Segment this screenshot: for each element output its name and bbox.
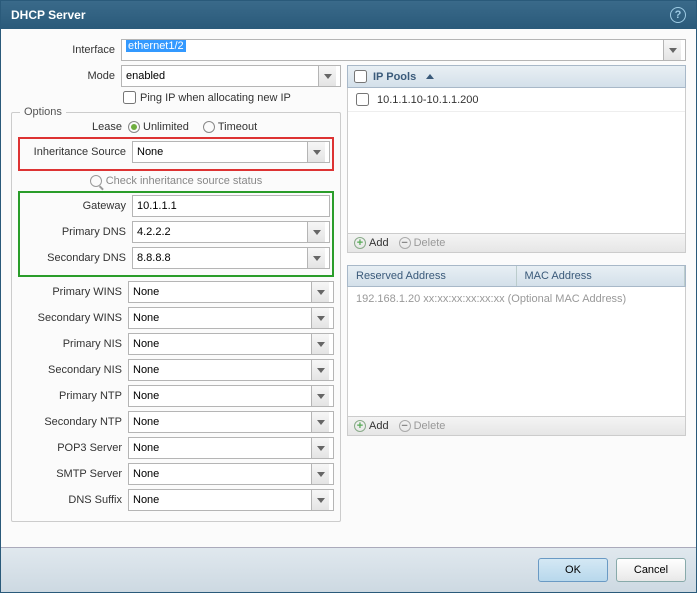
ip-pools-add-button[interactable]: +Add xyxy=(354,237,389,249)
chevron-down-icon[interactable] xyxy=(311,412,329,432)
add-icon: + xyxy=(354,237,366,249)
reserved-placeholder-row[interactable]: 192.168.1.20 xx:xx:xx:xx:xx:xx (Optional… xyxy=(348,287,685,311)
chevron-down-icon[interactable] xyxy=(311,464,329,484)
chevron-down-icon[interactable] xyxy=(311,360,329,380)
ip-pools-select-all[interactable] xyxy=(354,70,367,83)
primary-ntp-label: Primary NTP xyxy=(18,390,128,402)
secondary-dns-value[interactable] xyxy=(137,248,307,268)
lease-label: Lease xyxy=(18,121,128,133)
delete-icon: − xyxy=(399,420,411,432)
chevron-down-icon[interactable] xyxy=(318,66,336,86)
reserved-grid-header: Reserved Address MAC Address xyxy=(347,265,686,287)
options-legend: Options xyxy=(20,106,66,118)
search-icon xyxy=(90,175,102,187)
ip-pool-row[interactable]: 10.1.1.10-10.1.1.200 xyxy=(348,88,685,112)
mode-label: Mode xyxy=(11,70,121,82)
ping-ip-label: Ping IP when allocating new IP xyxy=(140,92,291,104)
interface-value: ethernet1/2 xyxy=(126,40,186,52)
dns-suffix-combo[interactable] xyxy=(128,489,334,511)
mode-value[interactable] xyxy=(126,66,318,86)
inheritance-combo[interactable] xyxy=(132,141,330,163)
inheritance-value[interactable] xyxy=(137,142,307,162)
inheritance-label: Inheritance Source xyxy=(22,146,132,158)
ip-pools-list: 10.1.1.10-10.1.1.200 xyxy=(347,88,686,234)
chevron-down-icon[interactable] xyxy=(311,438,329,458)
reserved-delete-button[interactable]: −Delete xyxy=(399,420,446,432)
secondary-dns-label: Secondary DNS xyxy=(22,252,132,264)
ping-ip-checkbox[interactable] xyxy=(123,91,136,104)
mode-combo[interactable] xyxy=(121,65,341,87)
smtp-combo[interactable] xyxy=(128,463,334,485)
secondary-wins-combo[interactable] xyxy=(128,307,334,329)
gateway-input[interactable] xyxy=(132,195,330,217)
ip-pools-delete-button[interactable]: −Delete xyxy=(399,237,446,249)
chevron-down-icon[interactable] xyxy=(663,40,681,60)
radio-icon xyxy=(128,121,140,133)
primary-ntp-combo[interactable] xyxy=(128,385,334,407)
radio-icon xyxy=(203,121,215,133)
chevron-down-icon[interactable] xyxy=(311,490,329,510)
primary-wins-label: Primary WINS xyxy=(18,286,128,298)
ip-pool-checkbox[interactable] xyxy=(356,93,369,106)
options-fieldset: Options Lease Unlimited Timeout Inherita… xyxy=(11,112,341,522)
add-icon: + xyxy=(354,420,366,432)
help-icon[interactable]: ? xyxy=(670,7,686,23)
pop3-combo[interactable] xyxy=(128,437,334,459)
lease-timeout-radio[interactable]: Timeout xyxy=(203,121,257,133)
check-inheritance-link[interactable]: Check inheritance source status xyxy=(18,175,334,187)
ip-pools-header[interactable]: IP Pools xyxy=(347,65,686,88)
primary-nis-label: Primary NIS xyxy=(18,338,128,350)
chevron-down-icon[interactable] xyxy=(311,308,329,328)
secondary-ntp-label: Secondary NTP xyxy=(18,416,128,428)
chevron-down-icon[interactable] xyxy=(307,142,325,162)
dns-suffix-label: DNS Suffix xyxy=(18,494,128,506)
interface-combo[interactable]: ethernet1/2 xyxy=(121,39,686,61)
titlebar: DHCP Server ? xyxy=(1,1,696,29)
primary-dns-value[interactable] xyxy=(137,222,307,242)
primary-dns-label: Primary DNS xyxy=(22,226,132,238)
primary-nis-combo[interactable] xyxy=(128,333,334,355)
secondary-wins-label: Secondary WINS xyxy=(18,312,128,324)
primary-wins-combo[interactable] xyxy=(128,281,334,303)
secondary-ntp-combo[interactable] xyxy=(128,411,334,433)
mac-address-col[interactable]: MAC Address xyxy=(517,266,686,286)
chevron-down-icon[interactable] xyxy=(311,386,329,406)
interface-label: Interface xyxy=(11,44,121,56)
chevron-down-icon[interactable] xyxy=(311,334,329,354)
sort-asc-icon xyxy=(426,74,434,79)
secondary-nis-label: Secondary NIS xyxy=(18,364,128,376)
reserved-grid-body: 192.168.1.20 xx:xx:xx:xx:xx:xx (Optional… xyxy=(347,287,686,417)
chevron-down-icon[interactable] xyxy=(307,222,325,242)
ip-pool-value: 10.1.1.10-10.1.1.200 xyxy=(377,94,479,106)
pop3-label: POP3 Server xyxy=(18,442,128,454)
ok-button[interactable]: OK xyxy=(538,558,608,582)
primary-dns-combo[interactable] xyxy=(132,221,330,243)
cancel-button[interactable]: Cancel xyxy=(616,558,686,582)
secondary-nis-combo[interactable] xyxy=(128,359,334,381)
lease-unlimited-radio[interactable]: Unlimited xyxy=(128,121,189,133)
gateway-label: Gateway xyxy=(22,200,132,212)
chevron-down-icon[interactable] xyxy=(307,248,325,268)
dialog-title: DHCP Server xyxy=(11,8,85,22)
smtp-label: SMTP Server xyxy=(18,468,128,480)
chevron-down-icon[interactable] xyxy=(311,282,329,302)
secondary-dns-combo[interactable] xyxy=(132,247,330,269)
reserved-address-col[interactable]: Reserved Address xyxy=(348,266,517,286)
reserved-add-button[interactable]: +Add xyxy=(354,420,389,432)
delete-icon: − xyxy=(399,237,411,249)
